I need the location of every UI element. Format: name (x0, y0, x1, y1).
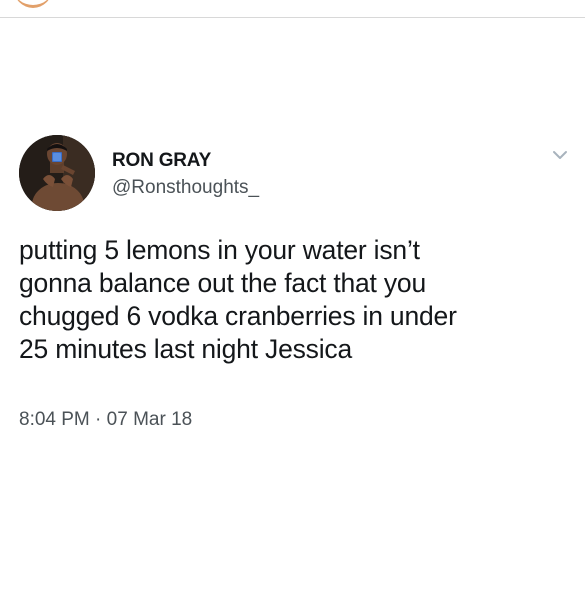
tweet-text-line: gonna balance out the fact that you (19, 268, 427, 298)
tweet-text-line: putting 5 lemons in your water isn’t (19, 235, 420, 265)
tweet-text-line: chugged 6 vodka cranberries in under (19, 301, 457, 331)
tweet-text-line: 25 minutes last night Jessica (19, 334, 352, 364)
avatar[interactable] (19, 135, 95, 211)
display-name[interactable]: RON GRAY (112, 150, 211, 172)
tweet-timestamp[interactable]: 8:04 PM · 07 Mar 18 (19, 409, 192, 431)
tweet-card: RON GRAY @Ronsthoughts_ putting 5 lemons… (0, 0, 585, 600)
user-handle[interactable]: @Ronsthoughts_ (112, 177, 259, 199)
timestamp-separator: · (95, 409, 102, 430)
profile-photo (19, 135, 95, 211)
chevron-down-icon[interactable] (550, 147, 570, 163)
tweet-date: 07 Mar 18 (106, 409, 193, 430)
tweet-text: putting 5 lemons in your water isn’t gon… (19, 234, 569, 366)
tweet-time: 8:04 PM (19, 409, 90, 430)
